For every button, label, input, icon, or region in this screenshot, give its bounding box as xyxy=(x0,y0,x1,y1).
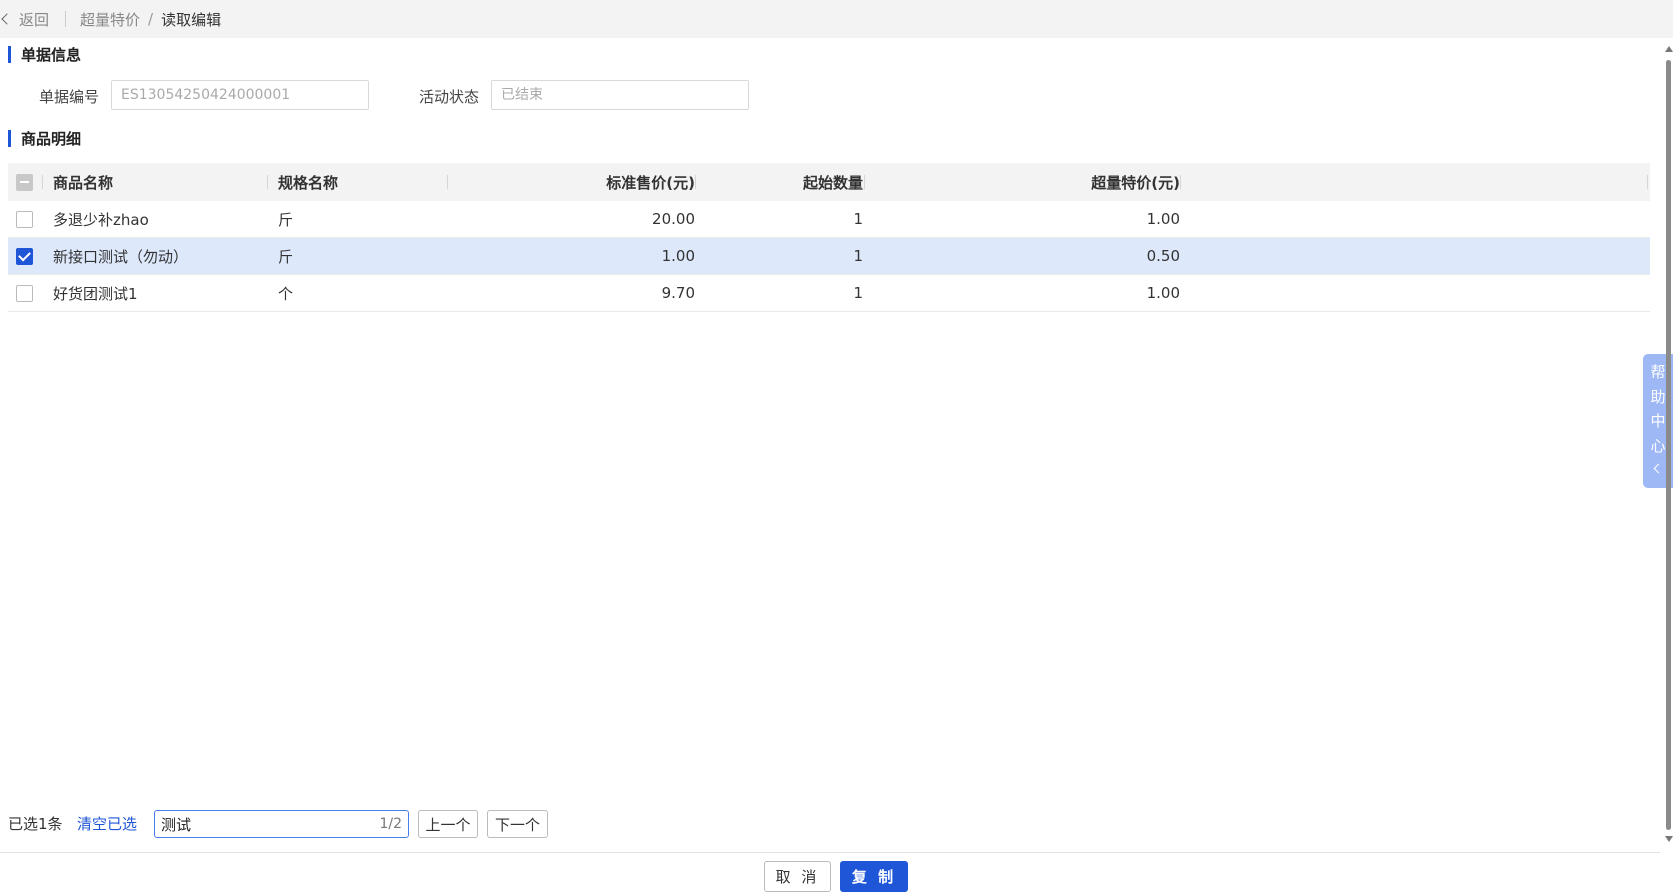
col-header-qty: 起始数量 xyxy=(802,173,863,192)
col-header-name: 商品名称 xyxy=(53,173,114,192)
section-title-doc-info: 单据信息 xyxy=(8,44,81,65)
cell-qty: 1 xyxy=(853,247,863,265)
section-marker xyxy=(8,46,11,63)
scroll-down-arrow-icon[interactable] xyxy=(1665,836,1673,842)
cell-price: 9.70 xyxy=(661,284,695,302)
row-checkbox[interactable] xyxy=(16,238,33,274)
table-header: 商品名称 规格名称 标准售价(元) 起始数量 超量特价(元) xyxy=(8,163,1650,201)
section-title-items: 商品明细 xyxy=(8,128,81,149)
select-all-checkbox[interactable] xyxy=(16,163,33,201)
back-button[interactable]: 返回 xyxy=(0,9,49,30)
col-header-price: 标准售价(元) xyxy=(606,173,695,192)
cancel-button[interactable]: 取 消 xyxy=(764,861,831,892)
items-table: 商品名称 规格名称 标准售价(元) 起始数量 超量特价(元) 多退少补zhao … xyxy=(8,163,1650,312)
doc-no-label: 单据编号 xyxy=(39,88,100,106)
breadcrumb-current: 读取编辑 xyxy=(161,10,222,29)
prev-match-button[interactable]: 上一个 xyxy=(418,810,478,838)
cell-special: 1.00 xyxy=(1146,210,1180,228)
cell-name: 新接口测试（勿动） xyxy=(53,247,189,266)
cell-spec: 斤 xyxy=(278,247,294,266)
doc-no-field: ES13054250424000001 xyxy=(111,80,369,110)
footer-divider xyxy=(0,852,1660,853)
breadcrumb-separator: / xyxy=(148,10,154,28)
col-header-spec: 规格名称 xyxy=(278,173,339,192)
cell-spec: 个 xyxy=(278,284,294,303)
cell-qty: 1 xyxy=(853,210,863,228)
scrollbar-thumb[interactable] xyxy=(1666,60,1671,830)
breadcrumb-parent[interactable]: 超量特价 xyxy=(80,9,140,30)
selected-count: 已选1条 xyxy=(8,815,63,833)
cell-name: 多退少补zhao xyxy=(53,210,149,229)
status-field: 已结束 xyxy=(491,80,749,110)
table-row[interactable]: 好货团测试1 个 9.70 1 1.00 xyxy=(8,275,1650,312)
section-marker xyxy=(8,130,11,147)
cell-special: 0.50 xyxy=(1146,247,1180,265)
cell-qty: 1 xyxy=(853,284,863,302)
section-title-text: 单据信息 xyxy=(21,46,82,64)
next-match-button[interactable]: 下一个 xyxy=(487,810,548,838)
cell-spec: 斤 xyxy=(278,210,294,229)
clear-selection-link[interactable]: 清空已选 xyxy=(77,813,137,834)
table-row[interactable]: 多退少补zhao 斤 20.00 1 1.00 xyxy=(8,201,1650,238)
status-label: 活动状态 xyxy=(419,88,480,106)
section-title-text: 商品明细 xyxy=(21,130,82,148)
divider xyxy=(65,11,67,27)
vertical-scrollbar[interactable] xyxy=(1664,46,1673,846)
search-box: 1/2 xyxy=(154,810,409,838)
scroll-up-arrow-icon[interactable] xyxy=(1665,46,1673,52)
copy-button[interactable]: 复 制 xyxy=(840,861,908,892)
cell-name: 好货团测试1 xyxy=(53,284,138,303)
cell-price: 20.00 xyxy=(652,210,695,228)
search-match-count: 1/2 xyxy=(379,816,402,832)
col-header-special: 超量特价(元) xyxy=(1091,173,1180,192)
row-checkbox[interactable] xyxy=(16,201,33,237)
table-row[interactable]: 新接口测试（勿动） 斤 1.00 1 0.50 xyxy=(8,238,1650,275)
cell-special: 1.00 xyxy=(1146,284,1180,302)
chevron-left-icon xyxy=(1,13,13,25)
back-label: 返回 xyxy=(19,10,50,29)
chevron-left-icon xyxy=(1653,463,1663,474)
cell-price: 1.00 xyxy=(661,247,695,265)
row-checkbox[interactable] xyxy=(16,275,33,311)
top-bar: 返回 超量特价 / 读取编辑 xyxy=(0,0,1673,38)
search-input[interactable] xyxy=(161,815,380,833)
